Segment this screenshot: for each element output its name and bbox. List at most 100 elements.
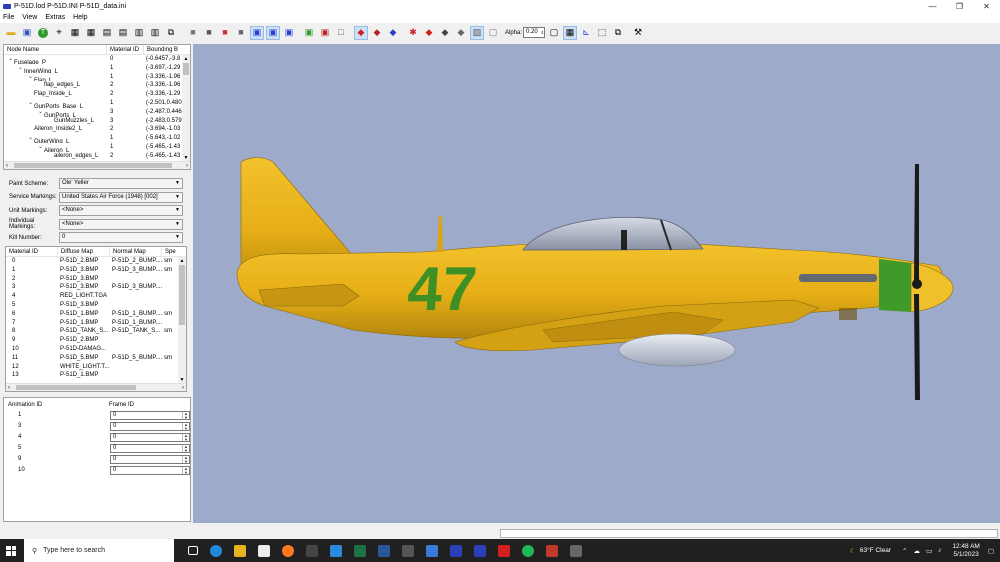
column-header-node-name[interactable]: Node Name [4,45,107,55]
column-header-diffuse-map[interactable]: Diffuse Map [58,247,110,257]
tools-icon[interactable]: ⚒ [631,26,645,40]
volume-icon[interactable]: ♪ [938,547,941,554]
expand-toggle-icon[interactable]: ⌄ [26,134,34,143]
red-gear-icon[interactable]: ✱ [406,26,420,40]
material-row[interactable]: 13 P-51D_1.BMP [6,371,186,380]
solid-blue-icon[interactable]: ■ [234,26,248,40]
material-row[interactable]: 4 RED_LIGHT.TGA [6,292,186,301]
frame-id-spinner[interactable]: 0 ▲ ▼ [110,444,190,453]
view-front-icon[interactable]: ▦ [68,26,82,40]
frame-id-spinner[interactable]: 0 ▲ ▼ [110,422,190,431]
material-row[interactable]: 11 P-51D_5.BMP P-51D_5_BUMP.... sm [6,354,186,363]
material-row[interactable]: 5 P-51D_3.BMP [6,301,186,310]
file-explorer-icon[interactable] [234,544,246,557]
unit-markings-dropdown[interactable]: <None> ▼ [59,205,183,217]
spinner-arrows-icon[interactable]: ▲ ▼ [182,456,189,463]
service-markings-dropdown[interactable]: United States Air Force (1948) [002] ▼ [59,191,183,203]
chevron-up-icon[interactable]: ⌃ [902,547,907,555]
frame-id-spinner[interactable]: 0 ▲ ▼ [110,433,190,442]
save-icon[interactable]: ▣ [20,26,34,40]
menu-file[interactable]: File [3,14,14,21]
green-red-cube-2-icon[interactable]: ▣ [318,26,332,40]
frame-id-spinner[interactable]: 0 ▲ ▼ [110,411,190,420]
expand-toggle-icon[interactable]: ⌄ [6,55,14,64]
tree-row[interactable]: ⌄Aileron_L 1 (-5.465,-1.43 [4,143,190,152]
view-back-icon[interactable]: ▦ [84,26,98,40]
expand-toggle-icon[interactable]: ⌄ [26,99,34,108]
open-folder-icon[interactable]: ▬ [4,26,18,40]
red-shape-icon[interactable]: ◆ [422,26,436,40]
tree-row[interactable]: Flap_Inside_L 2 (-3.336,-1.29 [4,90,190,99]
material-row[interactable]: 9 P-51D_2.BMP [6,336,186,345]
view-iso-icon[interactable]: ⧉ [164,26,178,40]
tree-row[interactable]: ⌄GunPorts_L 3 (-2.487,0.446 [4,108,190,117]
render-blue-2-icon[interactable]: ▣ [266,25,280,40]
mail-icon[interactable] [330,544,342,557]
tree-row[interactable]: ⌄OuterWing_L 1 (-5.643,-1.02 [4,134,190,143]
frame-id-spinner[interactable]: 0 ▲ ▼ [110,466,190,475]
material-row[interactable]: 1 P-51D_3.BMP P-51D_3_BUMP.... sm [6,266,186,275]
firefox-icon[interactable] [282,544,294,557]
taskbar-search-box[interactable]: ⚲ Type here to search [24,539,174,562]
tree-row[interactable]: ⌄GunPorts_Base_L 1 (-2.501,0.480 [4,99,190,108]
menu-view[interactable]: View [22,14,37,21]
paint-scheme-dropdown[interactable]: Ole' Yeller ▼ [59,178,183,190]
expand-toggle-icon[interactable]: ⌄ [16,64,24,73]
cloud-icon[interactable]: ☁ [913,547,920,555]
tree-row[interactable]: ⌄Flap_L 1 (-3.336,-1.96 [4,73,190,82]
tree-row[interactable]: ⌄InnerWing_L 1 (-3.697,-1.29 [4,64,190,73]
notion-icon[interactable] [306,544,318,557]
close-button[interactable]: ✕ [973,0,1000,12]
node-tree-vscroll[interactable]: ▲ ▼ [182,55,190,161]
red-cube-icon[interactable]: ◆ [354,25,368,40]
notifications-icon[interactable]: ▢ [988,547,994,555]
material-row[interactable]: 7 P-51D_1.BMP P-51D_1_BUMP.... [6,319,186,328]
green-red-cube-icon[interactable]: ▣ [302,26,316,40]
acrobat-icon[interactable] [498,544,510,557]
view-right-icon[interactable]: ▤ [116,26,130,40]
store-icon[interactable] [258,544,270,557]
app-misc-icon[interactable] [570,544,582,557]
column-header-material-id[interactable]: Material ID [6,247,58,257]
cube-outline-icon[interactable]: □ [334,26,348,40]
tree-row[interactable]: Aileron_Inside2_L 2 (-3.694,-1.03 [4,125,190,134]
dark-shape-icon[interactable]: ◆ [438,26,452,40]
tree-row[interactable]: aileron_edges_L 2 (-5.465,-1.43 [4,152,190,161]
menu-extras[interactable]: Extras [45,14,65,21]
column-header-normal-map[interactable]: Normal Map [110,247,162,257]
solid-gray-icon[interactable]: ■ [186,26,200,40]
view-left-icon[interactable]: ▤ [100,26,114,40]
maximize-button[interactable]: ❐ [946,0,973,12]
node-tree-hscroll[interactable]: ‹ › [4,161,190,169]
expand-toggle-icon[interactable]: ⌄ [36,108,44,117]
menu-help[interactable]: Help [73,14,87,21]
view-bottom-icon[interactable]: ▥ [148,26,162,40]
alpha-input[interactable]: 0.20 ⇕ [523,27,546,38]
material-row[interactable]: 12 WHITE_LIGHT.T... [6,363,186,372]
3d-viewport[interactable]: 47 [193,44,1000,523]
network-icon[interactable]: ▭ [926,547,932,555]
material-row[interactable]: 0 P-51D_2.BMP P-51D_2_BUMP.... sm [6,257,186,266]
expand-toggle-icon[interactable]: ⌄ [26,73,34,82]
shield-icon[interactable] [546,544,558,557]
spinner-arrows-icon[interactable]: ▲ ▼ [182,412,189,419]
tree-row[interactable]: GunMuzzles_L 3 (-2.483,0.579 [4,117,190,126]
solid-dark-icon[interactable]: ■ [202,26,216,40]
transparent-cube-icon[interactable]: ▢ [486,26,500,40]
axes-icon[interactable]: ⊾ [579,26,593,40]
spinner-arrows-icon[interactable]: ▲ ▼ [182,423,189,430]
app-blue-icon[interactable] [450,544,462,557]
clock[interactable]: 12:48 AM 5/1/2023 [952,543,979,559]
crosshair-icon[interactable]: ⌖ [52,26,66,40]
red-blue-cube-icon[interactable]: ◆ [370,26,384,40]
spinner-arrows-icon[interactable]: ▲ ▼ [182,467,189,474]
spinner-arrows-icon[interactable]: ▲ ▼ [182,434,189,441]
render-blue-1-icon[interactable]: ▣ [250,25,264,40]
minimize-button[interactable]: — [919,0,946,12]
task-view-icon[interactable] [188,546,198,555]
material-row[interactable]: 8 P-51D_TANK_S... P-51D_TANK_S... sm [6,327,186,336]
column-header-material-id[interactable]: Material ID [107,45,144,55]
wireframe-toggle-icon[interactable]: ▧ [470,25,484,40]
material-row[interactable]: 3 P-51D_3.BMP P-51D_3_BUMP.... [6,283,186,292]
materials-vscroll[interactable]: ▲ ▼ [178,257,186,383]
